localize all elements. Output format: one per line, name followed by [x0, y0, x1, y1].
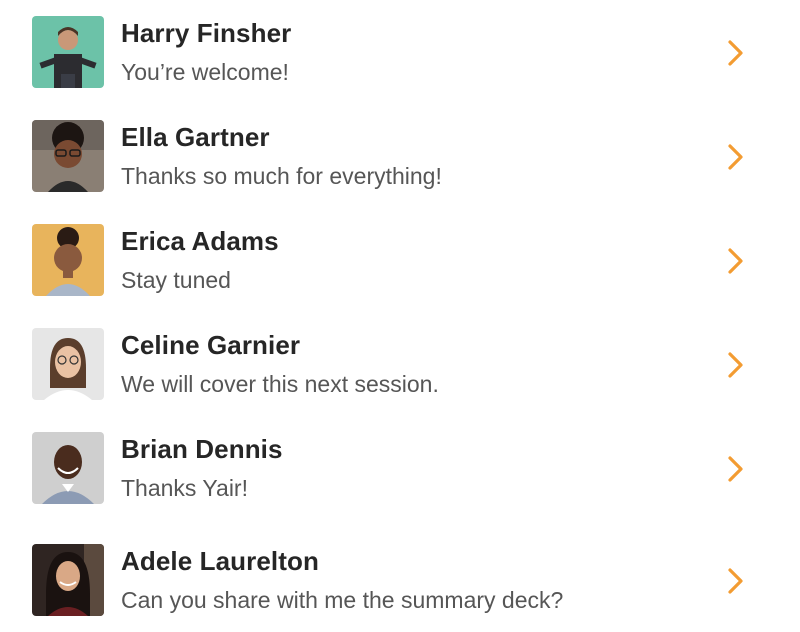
conversation-row[interactable]: Ella Gartner Thanks so much for everythi…	[0, 104, 800, 208]
conversation-row[interactable]: Celine Garnier We will cover this next s…	[0, 312, 800, 416]
message-preview: You’re welcome!	[121, 59, 289, 85]
chevron-right-icon[interactable]	[720, 140, 750, 174]
avatar	[32, 16, 104, 88]
chevron-right-icon[interactable]	[720, 244, 750, 278]
chevron-right-icon[interactable]	[720, 564, 750, 598]
message-preview: Thanks Yair!	[121, 475, 248, 501]
message-preview: Stay tuned	[121, 267, 231, 293]
contact-name: Celine Garnier	[121, 330, 301, 360]
avatar	[32, 432, 104, 504]
avatar	[32, 120, 104, 192]
message-preview: Can you share with me the summary deck?	[121, 587, 564, 613]
chevron-right-icon[interactable]	[720, 36, 750, 70]
chevron-right-icon[interactable]	[720, 452, 750, 486]
contact-name: Erica Adams	[121, 226, 279, 256]
contact-name: Brian Dennis	[121, 434, 283, 464]
conversation-row[interactable]: Brian Dennis Thanks Yair!	[0, 416, 800, 520]
conversation-row[interactable]: Harry Finsher You’re welcome!	[0, 0, 800, 104]
message-preview: Thanks so much for everything!	[121, 163, 442, 189]
avatar	[32, 224, 104, 296]
avatar	[32, 544, 104, 616]
conversation-list: Harry Finsher You’re welcome! Ella Gartn…	[0, 0, 800, 632]
avatar	[32, 328, 104, 400]
contact-name: Adele Laurelton	[121, 546, 319, 576]
chevron-right-icon[interactable]	[720, 348, 750, 382]
conversation-row[interactable]: Adele Laurelton Can you share with me th…	[0, 528, 800, 632]
conversation-row[interactable]: Erica Adams Stay tuned	[0, 208, 800, 312]
message-preview: We will cover this next session.	[121, 371, 439, 397]
contact-name: Ella Gartner	[121, 122, 270, 152]
contact-name: Harry Finsher	[121, 18, 292, 48]
